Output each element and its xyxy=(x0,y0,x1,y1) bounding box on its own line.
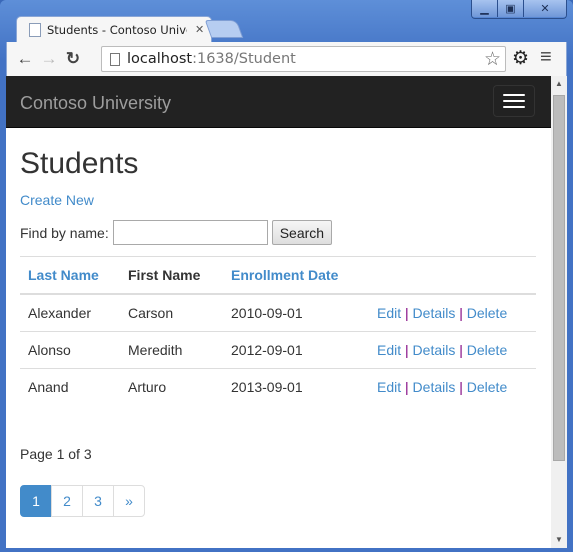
page-viewport: Contoso University Students Create New F… xyxy=(6,76,567,548)
new-tab-button[interactable] xyxy=(204,20,244,38)
delete-link[interactable]: Delete xyxy=(467,305,507,321)
tab-title: Students - Contoso Univer xyxy=(47,22,187,37)
page-icon xyxy=(110,52,120,66)
separator: | xyxy=(459,342,463,358)
cell-last-name: Alonso xyxy=(20,331,120,369)
menu-icon[interactable]: ≡ xyxy=(540,46,552,69)
page-2-link[interactable]: 2 xyxy=(51,485,83,517)
scrollbar-thumb[interactable] xyxy=(553,95,565,461)
gear-icon[interactable]: ⚙ xyxy=(512,47,529,70)
sort-enrollment-date-link[interactable]: Enrollment Date xyxy=(231,267,338,283)
search-button[interactable]: Search xyxy=(271,220,333,245)
url-host: localhost xyxy=(127,51,193,67)
vertical-scrollbar[interactable]: ▲ ▼ xyxy=(551,76,567,548)
header-last-name[interactable]: Last Name xyxy=(20,256,120,295)
edit-link[interactable]: Edit xyxy=(377,342,401,358)
navbar-toggle-button[interactable] xyxy=(493,85,535,117)
next-page-link[interactable]: » xyxy=(113,485,145,517)
separator: | xyxy=(405,305,409,321)
table-header-row: Last Name First Name Enrollment Date xyxy=(20,256,536,295)
url-path: :1638/Student xyxy=(192,51,296,67)
reload-icon[interactable]: ↻ xyxy=(61,49,85,69)
site-navbar: Contoso University xyxy=(6,76,551,128)
tab-strip: Students - Contoso Univer ✕ xyxy=(8,14,568,42)
forward-icon[interactable]: → xyxy=(37,49,61,69)
search-label: Find by name: xyxy=(20,224,109,241)
cell-actions: Edit | Details | Delete xyxy=(369,294,536,332)
cell-last-name: Alexander xyxy=(20,294,120,332)
cell-enrollment-date: 2012-09-01 xyxy=(223,331,369,369)
separator: | xyxy=(459,379,463,395)
page-1-link[interactable]: 1 xyxy=(20,485,52,517)
pagination: 1 2 3 » xyxy=(20,485,145,517)
students-table: Last Name First Name Enrollment Date Ale… xyxy=(20,256,536,405)
scroll-down-arrow-icon[interactable]: ▼ xyxy=(551,532,567,548)
hamburger-bar xyxy=(503,100,525,102)
page-title: Students xyxy=(20,147,139,180)
cell-first-name: Meredith xyxy=(120,331,223,369)
browser-window: ▁ ▣ ✕ Students - Contoso Univer ✕ ← → ↻ … xyxy=(0,0,573,552)
separator: | xyxy=(405,342,409,358)
scroll-up-arrow-icon[interactable]: ▲ xyxy=(551,76,567,92)
cell-enrollment-date: 2013-09-01 xyxy=(231,379,303,395)
pager-info: Page 1 of 3 xyxy=(20,446,92,462)
browser-toolbar: ← → ↻ localhost:1638/Student ☆ ⚙ ≡ xyxy=(6,42,567,76)
delete-link[interactable]: Delete xyxy=(467,342,507,358)
edit-link[interactable]: Edit xyxy=(377,305,401,321)
sort-last-name-link[interactable]: Last Name xyxy=(28,267,99,283)
cell-enrollment-date: 2010-09-01 xyxy=(223,294,369,332)
table-row: Alonso Meredith 2012-09-01 Edit | Detail… xyxy=(20,331,536,369)
address-bar[interactable]: localhost:1638/Student ☆ xyxy=(101,46,506,72)
separator: | xyxy=(459,305,463,321)
tab-close-icon[interactable]: ✕ xyxy=(195,23,204,36)
header-actions xyxy=(369,256,536,295)
create-new-link[interactable]: Create New xyxy=(20,192,94,208)
search-input[interactable] xyxy=(112,220,268,245)
header-first-name: First Name xyxy=(120,256,223,295)
cell-first-name: Carson xyxy=(120,294,223,332)
page-3-link[interactable]: 3 xyxy=(82,485,114,517)
hamburger-bar xyxy=(503,94,525,96)
edit-link[interactable]: Edit xyxy=(377,379,401,395)
search-form: Find by name: Search xyxy=(20,220,333,245)
cell-actions: Edit | Details | Delete xyxy=(369,369,536,406)
page-favicon-icon xyxy=(29,22,41,37)
browser-tab[interactable]: Students - Contoso Univer ✕ xyxy=(16,16,212,42)
header-enrollment-date[interactable]: Enrollment Date xyxy=(223,256,369,295)
table-row: Alexander Carson 2010-09-01 Edit | Detai… xyxy=(20,294,536,332)
details-link[interactable]: Details xyxy=(413,379,456,395)
bookmark-star-icon[interactable]: ☆ xyxy=(484,48,501,71)
delete-link[interactable]: Delete xyxy=(467,379,507,395)
details-link[interactable]: Details xyxy=(413,342,456,358)
cell-actions: Edit | Details | Delete xyxy=(369,331,536,369)
separator: | xyxy=(405,379,409,395)
cell-first-name: Arturo xyxy=(128,379,167,395)
site-brand[interactable]: Contoso University xyxy=(20,93,171,114)
back-icon[interactable]: ← xyxy=(13,49,37,69)
cell-last-name: Anand xyxy=(28,379,69,395)
table-row: Anand Arturo 2013-09-01 Edit | Details |… xyxy=(20,369,536,406)
hamburger-bar xyxy=(503,106,525,108)
details-link[interactable]: Details xyxy=(413,305,456,321)
